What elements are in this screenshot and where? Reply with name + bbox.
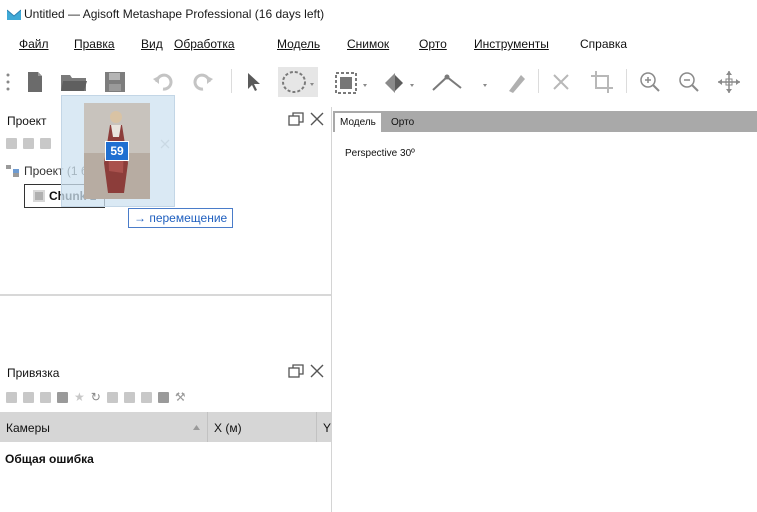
add-folder-icon[interactable]	[40, 138, 51, 149]
pointer-tool-button[interactable]	[244, 71, 264, 93]
project-panel-title: Проект	[7, 114, 47, 128]
drag-move-tooltip: → перемещение	[128, 208, 234, 228]
app-logo-icon	[7, 9, 21, 20]
redo-button[interactable]	[191, 71, 215, 93]
delete-button[interactable]	[548, 70, 574, 94]
menu-view[interactable]: Вид	[141, 37, 163, 51]
drag-count-badge: 59	[105, 141, 129, 161]
toolbar-grip-icon	[6, 73, 10, 91]
reference-table-header: Камеры X (м) Y	[0, 412, 331, 442]
column-cameras[interactable]: Камеры	[6, 421, 50, 435]
zoom-out-button[interactable]	[676, 70, 702, 94]
menu-file[interactable]: Файл	[19, 37, 49, 51]
column-x[interactable]: X (м)	[214, 421, 242, 435]
refresh-icon[interactable]: ↻	[91, 390, 101, 404]
ellipse-select-icon	[282, 71, 314, 93]
total-error-label: Общая ошибка	[5, 452, 94, 466]
perspective-label: Perspective 30º	[345, 148, 415, 159]
window-title: Untitled — Agisoft Metashape Professiona…	[24, 7, 325, 21]
reference-panel-controls	[288, 363, 324, 379]
undo-button[interactable]	[151, 71, 175, 93]
new-document-button[interactable]	[22, 69, 48, 95]
save-button[interactable]	[102, 69, 128, 95]
eraser-button[interactable]	[500, 69, 530, 97]
undo-icon	[153, 73, 173, 91]
tab-ortho[interactable]: Орто	[386, 113, 419, 132]
move-tool-button[interactable]	[714, 69, 744, 95]
title-bar: Untitled — Agisoft Metashape Professiona…	[0, 0, 757, 30]
crop-button[interactable]	[587, 69, 617, 95]
view-cameras-icon[interactable]	[106, 391, 118, 403]
ruler-line-icon	[432, 74, 487, 91]
sort-ascending-icon	[193, 425, 200, 430]
import-reference-icon[interactable]	[6, 391, 17, 403]
toolbar-separator	[231, 69, 232, 93]
navigation-icon	[385, 73, 414, 93]
toolbar-separator	[538, 69, 539, 93]
move-icon	[718, 71, 740, 93]
crop-icon	[591, 71, 613, 93]
toolbar-separator	[626, 69, 627, 93]
reference-panel-header: Привязка	[0, 360, 331, 386]
drag-thumbnail-overlay: 59	[61, 95, 175, 207]
close-icon[interactable]	[310, 112, 324, 126]
zoom-in-icon	[640, 72, 660, 92]
project-panel-toolbar	[6, 138, 51, 149]
project-tree-icon	[6, 165, 19, 177]
rectangle-select-button[interactable]	[332, 69, 372, 97]
float-panel-icon[interactable]	[288, 363, 304, 379]
eraser-icon	[509, 75, 525, 93]
add-chunk-icon[interactable]	[6, 138, 17, 149]
tab-model[interactable]: Модель	[335, 113, 381, 132]
menu-model[interactable]: Модель	[277, 37, 320, 51]
menu-bar: Файл Правка Вид Обработка Модель Снимок …	[0, 33, 757, 57]
new-document-icon	[28, 72, 42, 92]
navigation-button[interactable]	[380, 69, 420, 97]
open-folder-icon	[61, 75, 87, 91]
rectangle-select-icon	[335, 72, 367, 94]
delete-icon	[553, 74, 569, 90]
zoom-in-button[interactable]	[637, 70, 663, 94]
float-panel-icon[interactable]	[288, 111, 304, 127]
menu-photo[interactable]: Снимок	[347, 37, 389, 51]
project-panel-controls	[288, 111, 324, 127]
menu-edit[interactable]: Правка	[74, 37, 115, 51]
column-divider	[207, 412, 208, 442]
open-button[interactable]	[59, 69, 89, 95]
panel-splitter[interactable]	[0, 294, 331, 296]
star-icon[interactable]: ★	[74, 390, 85, 404]
menu-help[interactable]: Справка	[580, 37, 627, 51]
reference-panel-toolbar: ★ ↻ ⚒	[6, 390, 186, 404]
menu-workflow[interactable]: Обработка	[174, 37, 235, 51]
ellipse-select-button[interactable]	[278, 67, 318, 97]
chunk-icon	[33, 190, 45, 202]
view-tabstrip: Модель Орто	[333, 111, 757, 132]
column-y[interactable]: Y	[323, 421, 331, 435]
view-scalebars-icon[interactable]	[140, 391, 152, 403]
save-icon	[105, 72, 125, 92]
close-icon[interactable]	[310, 364, 324, 378]
add-photos-icon[interactable]	[23, 138, 34, 149]
reference-panel-title: Привязка	[7, 366, 60, 380]
convert-icon[interactable]	[57, 391, 68, 403]
column-divider	[316, 412, 317, 442]
menu-tools[interactable]: Инструменты	[474, 37, 549, 51]
pointer-icon	[248, 73, 260, 91]
menu-ortho[interactable]: Орто	[419, 37, 447, 51]
view-markers-icon[interactable]	[123, 391, 135, 403]
export-reference-icon[interactable]	[23, 391, 34, 403]
view-errors-icon[interactable]	[157, 391, 169, 403]
zoom-out-icon	[679, 72, 699, 92]
clear-reference-icon[interactable]	[40, 391, 51, 403]
ruler-line-button[interactable]	[427, 69, 493, 97]
settings-tools-icon[interactable]: ⚒	[175, 390, 186, 404]
redo-icon	[193, 73, 213, 91]
view-splitter[interactable]	[331, 107, 332, 512]
